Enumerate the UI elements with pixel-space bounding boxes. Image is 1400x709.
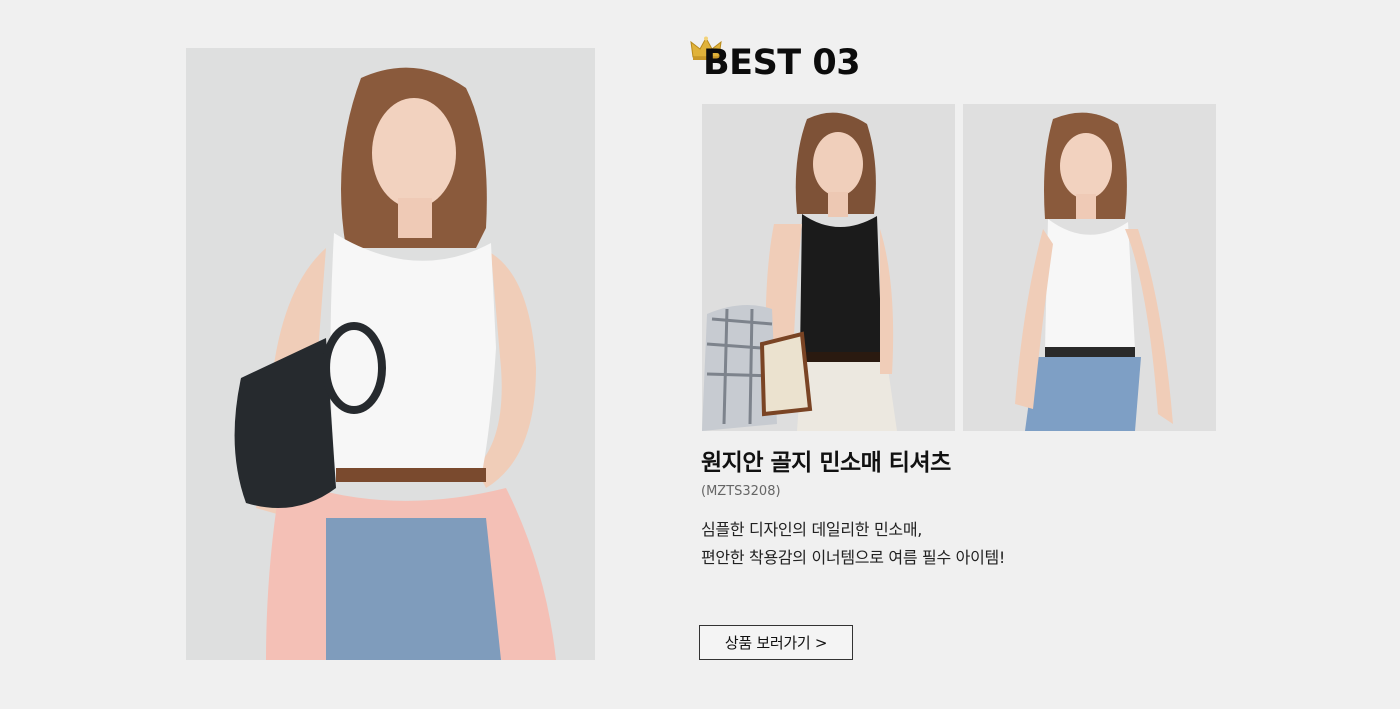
best-rank-title: BEST 03 (703, 43, 861, 83)
view-product-button[interactable]: 상품 보러가기 > (699, 625, 853, 660)
description-line-1: 심플한 디자인의 데일리한 민소매, (701, 520, 923, 539)
product-description: 심플한 디자인의 데일리한 민소매, 편안한 착용감의 이너템으로 여름 필수 … (701, 516, 1005, 572)
model-photo-main (186, 48, 595, 660)
product-name: 원지안 골지 민소매 티셔츠 (701, 450, 951, 476)
product-code: (MZTS3208) (701, 484, 781, 499)
model-photo-black-tank (702, 104, 955, 431)
product-detail-image-1[interactable] (702, 104, 955, 431)
model-photo-white-tank (963, 104, 1216, 431)
description-line-2: 편안한 착용감의 이너템으로 여름 필수 아이템! (701, 548, 1006, 567)
main-product-image[interactable] (186, 48, 595, 660)
product-detail-image-2[interactable] (963, 104, 1216, 431)
